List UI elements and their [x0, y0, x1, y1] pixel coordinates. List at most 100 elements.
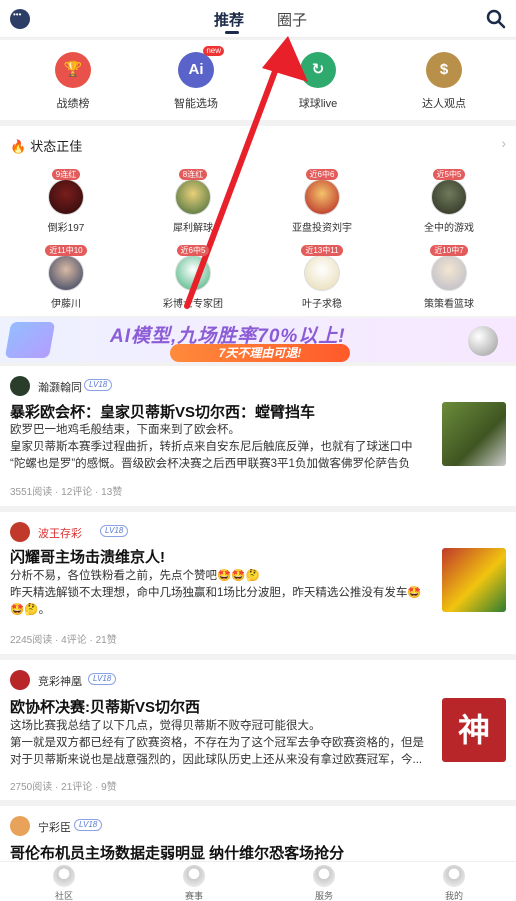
new-badge: new [203, 46, 224, 56]
ai-cube-icon [4, 322, 56, 358]
banner-cta[interactable]: 7天不理由可退! [170, 344, 350, 362]
nav-community[interactable]: 社区 [34, 865, 94, 901]
nav-mine[interactable]: 我的 [424, 865, 484, 901]
post-author[interactable]: 竞彩神凰 [38, 673, 82, 689]
expert-name: 全中的游戏 [424, 223, 474, 234]
streak-badge: 近11中10 [45, 245, 87, 256]
active-tab-indicator [225, 31, 239, 34]
level-badge: LV18 [88, 673, 117, 685]
avatar [431, 255, 467, 291]
avatar [175, 179, 211, 215]
avatar [48, 255, 84, 291]
expert-card[interactable]: 8连红 犀利解球 [143, 164, 243, 234]
expert-card[interactable]: 近6中5 彩博士专家团 [143, 240, 243, 310]
trophy-icon: 🏆 [55, 52, 91, 88]
avatar [304, 255, 340, 291]
avatar [431, 179, 467, 215]
post-line: 昨天精选解锁不太理想，命中几场独赢和1场比分波胆，昨天精选公推没有发车🤩 [10, 587, 422, 599]
post-card[interactable]: 波王存彩 LV18 闪耀哥主场击溃维京人! 分析不易，各位铁粉看之前，先点个赞吧… [0, 512, 516, 654]
tab-circle[interactable]: 圈子 [277, 9, 307, 30]
avatar [10, 522, 30, 542]
avatar [10, 670, 30, 690]
quick-link-label: 达人观点 [422, 98, 466, 110]
nav-service[interactable]: 服务 [294, 865, 354, 901]
post-card[interactable]: 宁彩臣 LV18 哥伦布机员主场数据走弱明显 纳什维尔恐客场抢分 [0, 806, 516, 866]
level-badge: LV18 [84, 379, 113, 391]
bottom-nav: 社区 赛事 服务 我的 [0, 861, 516, 901]
avatar [304, 179, 340, 215]
service-icon [313, 865, 335, 887]
expert-card[interactable]: 9连红 倒彩197 [16, 164, 116, 234]
post-card[interactable]: 瀚灏翰同 LV18 暴彩欧会杯：皇家贝蒂斯VS切尔西：螳臂挡车 欧罗巴一地鸡毛般… [0, 366, 516, 506]
nav-events[interactable]: 赛事 [164, 865, 224, 901]
level-badge: LV18 [100, 525, 129, 537]
promo-banner[interactable]: AI模型,九场胜率70%以上! 7天不理由可退! [0, 318, 516, 362]
post-author[interactable]: 瀚灏翰同 [38, 379, 82, 395]
streak-badge: 近6中6 [305, 169, 339, 180]
quick-links: 🏆 战绩榜 Ai new 智能选场 ↻ 球球live $ 达人观点 [0, 40, 516, 120]
post-thumbnail[interactable]: 神 [442, 698, 506, 762]
post-card[interactable]: 竞彩神凰 LV18 欧协杯决赛:贝蒂斯VS切尔西 这场比赛我总结了以下几点，觉得… [0, 660, 516, 800]
quick-link-expert[interactable]: $ 达人观点 [394, 52, 494, 111]
nav-label: 社区 [54, 891, 73, 901]
expert-card[interactable]: 近5中5 全中的游戏 [399, 164, 499, 234]
post-stats: 3551阅读 · 12评论 · 13赞 [10, 487, 123, 498]
post-stats: 2750阅读 · 21评论 · 9赞 [10, 782, 117, 793]
expert-name: 叶子求稳 [302, 299, 342, 310]
post-line: “陀螺也是罗”的感慨。晋级欧会杯决赛之后西甲联赛3平1负加做客佛罗伦萨告负 [10, 458, 410, 470]
dollar-icon: $ [426, 52, 462, 88]
profile-icon [443, 865, 465, 887]
post-title[interactable]: 欧协杯决赛:贝蒂斯VS切尔西 [10, 696, 200, 717]
football-icon [468, 326, 498, 356]
streak-badge: 9连红 [51, 169, 81, 180]
level-badge: LV18 [74, 819, 103, 831]
streak-badge: 近10中7 [430, 245, 468, 256]
streak-badge: 近5中5 [432, 169, 466, 180]
post-line: 分析不易，各位铁粉看之前，先点个赞吧🤩🤩🤔 [10, 570, 260, 582]
expert-name: 彩博士专家团 [163, 299, 223, 310]
post-title[interactable]: 哥伦布机员主场数据走弱明显 纳什维尔恐客场抢分 [10, 842, 344, 863]
community-icon [53, 865, 75, 887]
post-title[interactable]: 暴彩欧会杯：皇家贝蒂斯VS切尔西：螳臂挡车 [10, 401, 315, 422]
expert-name: 亚盘投资刘宇 [292, 223, 352, 234]
quick-link-ai[interactable]: Ai new 智能选场 [146, 46, 246, 111]
expert-card[interactable]: 近13中11 叶子求稳 [272, 240, 372, 310]
post-author[interactable]: 波王存彩 [38, 525, 82, 541]
streak-badge: 近13中11 [301, 245, 343, 256]
quick-link-label: 战绩榜 [56, 98, 90, 110]
events-icon [183, 865, 205, 887]
quick-link-ranking[interactable]: 🏆 战绩榜 [23, 52, 123, 111]
post-thumbnail[interactable] [442, 548, 506, 612]
nav-label: 我的 [444, 891, 463, 901]
quick-link-live[interactable]: ↻ 球球live [268, 52, 368, 111]
streak-badge: 近6中5 [176, 245, 210, 256]
avatar [10, 816, 30, 836]
expert-name: 倒彩197 [47, 223, 85, 234]
avatar [48, 179, 84, 215]
post-thumbnail[interactable] [442, 402, 506, 466]
chevron-right-icon[interactable]: › [501, 135, 506, 151]
post-line: 欧罗巴一地鸡毛般结束，下面来到了欧会杯。 [10, 424, 240, 436]
fire-icon: 🔥 [10, 139, 27, 154]
post-line: 皇家贝蒂斯本赛季过程曲折，转折点来自安东尼后触底反弹，也就有了球迷口中 [10, 441, 413, 453]
chat-icon[interactable] [10, 9, 30, 29]
post-author[interactable]: 宁彩臣 [38, 819, 71, 835]
expert-card[interactable]: 近6中6 亚盘投资刘宇 [272, 164, 372, 234]
ai-icon: Ai new [178, 46, 224, 88]
tab-recommend[interactable]: 推荐 [214, 9, 244, 30]
quick-link-label: 智能选场 [174, 98, 218, 110]
post-line: 这场比赛我总结了以下几点，觉得贝蒂斯不败夺冠可能很大。 [10, 720, 321, 732]
expert-card[interactable]: 近10中7 策策看篮球 [399, 240, 499, 310]
expert-card[interactable]: 近11中10 伊藤川 [16, 240, 116, 310]
avatar [10, 376, 30, 396]
section-title: 🔥 状态正佳 [10, 139, 83, 154]
streak-badge: 8连红 [178, 169, 208, 180]
quick-link-label: 球球live [298, 98, 338, 110]
post-stats: 2245阅读 · 4评论 · 21赞 [10, 635, 117, 646]
post-line: 对于贝蒂斯来说也是战意强烈的，因此球队历史上还从来没有拿过欧赛冠军，今... [10, 754, 423, 766]
search-icon[interactable] [486, 9, 506, 29]
avatar [175, 255, 211, 291]
post-line: 第一就是双方都已经有了欧赛资格，不存在为了这个冠军去争夺欧赛资格的，但是 [10, 737, 424, 749]
hot-experts-section: 🔥 状态正佳 › 9连红 倒彩197 8连红 犀利解球 近6中6 亚盘投资刘宇 近… [0, 126, 516, 316]
post-title[interactable]: 闪耀哥主场击溃维京人! [10, 546, 165, 567]
